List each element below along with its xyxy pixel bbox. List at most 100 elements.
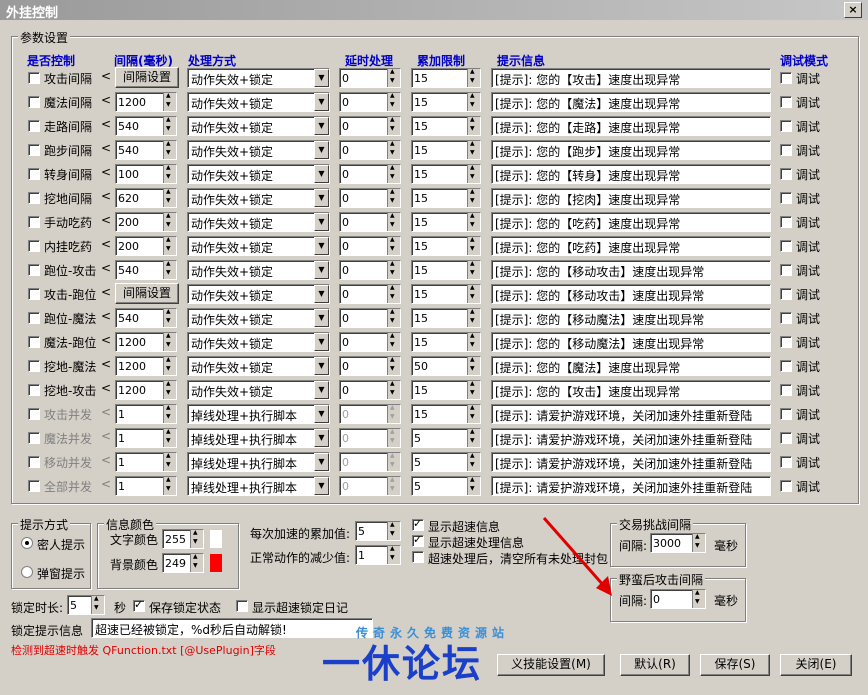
chevron-down-icon[interactable]: ▼ <box>314 117 329 135</box>
enable-checkbox[interactable] <box>28 480 40 492</box>
limit-stepper[interactable]: 15 <box>411 404 481 424</box>
debug-checkbox[interactable] <box>780 408 792 420</box>
close-button[interactable]: 关闭(E) <box>780 654 852 676</box>
method-select[interactable]: 动作失效+锁定 ▼ <box>187 188 330 208</box>
interval-stepper[interactable]: 1 <box>115 452 177 472</box>
chevron-down-icon[interactable]: ▼ <box>314 237 329 255</box>
limit-stepper[interactable]: 15 <box>411 236 481 256</box>
enable-checkbox[interactable] <box>28 216 40 228</box>
lock-tip-input[interactable]: 超速已经被锁定，%d秒后自动解锁! <box>91 618 373 638</box>
stepper-arrows-icon[interactable] <box>387 428 400 447</box>
method-select[interactable]: 动作失效+锁定 ▼ <box>187 260 330 280</box>
interval-stepper[interactable]: 1200 <box>115 380 177 400</box>
stepper-arrows-icon[interactable] <box>467 68 480 87</box>
delay-stepper[interactable]: 0 <box>339 92 401 112</box>
delay-stepper[interactable]: 0 <box>339 68 401 88</box>
chevron-down-icon[interactable]: ▼ <box>314 93 329 111</box>
default-button[interactable]: 默认(R) <box>620 654 690 676</box>
tip-input[interactable]: [提示]: 您的【移动魔法】速度出现异常 <box>491 308 771 328</box>
stepper-arrows-icon[interactable] <box>387 140 400 159</box>
stepper-arrows-icon[interactable] <box>467 332 480 351</box>
debug-checkbox[interactable] <box>780 312 792 324</box>
stepper-arrows-icon[interactable] <box>387 188 400 207</box>
interval-stepper[interactable]: 200 <box>115 212 177 232</box>
stepper-arrows-icon[interactable] <box>163 188 176 207</box>
show-process-checkbox[interactable] <box>412 533 424 547</box>
chevron-down-icon[interactable]: ▼ <box>314 453 329 471</box>
stepper-arrows-icon[interactable] <box>387 284 400 303</box>
stepper-arrows-icon[interactable] <box>163 356 176 375</box>
interval-settings-button[interactable]: 间隔设置 <box>115 67 179 88</box>
method-select[interactable]: 动作失效+锁定 ▼ <box>187 140 330 160</box>
tip-input[interactable]: [提示]: 您的【攻击】速度出现异常 <box>491 380 771 400</box>
method-select[interactable]: 动作失效+锁定 ▼ <box>187 236 330 256</box>
radio-private-prompt[interactable] <box>21 537 33 549</box>
trade-interval-stepper[interactable]: 3000 <box>650 533 706 553</box>
stepper-arrows-icon[interactable] <box>163 308 176 327</box>
delay-stepper[interactable]: 0 <box>339 164 401 184</box>
enable-checkbox[interactable] <box>28 168 40 180</box>
enable-checkbox[interactable] <box>28 192 40 204</box>
debug-checkbox[interactable] <box>780 456 792 468</box>
method-select[interactable]: 动作失效+锁定 ▼ <box>187 164 330 184</box>
limit-stepper[interactable]: 15 <box>411 260 481 280</box>
stepper-arrows-icon[interactable] <box>467 308 480 327</box>
debug-checkbox[interactable] <box>780 480 792 492</box>
stepper-arrows-icon[interactable] <box>163 428 176 447</box>
limit-stepper[interactable]: 15 <box>411 92 481 112</box>
interval-stepper[interactable]: 540 <box>115 116 177 136</box>
show-info-checkbox[interactable] <box>412 517 424 531</box>
stepper-arrows-icon[interactable] <box>387 92 400 111</box>
tip-input[interactable]: [提示]: 您的【魔法】速度出现异常 <box>491 92 771 112</box>
debug-checkbox[interactable] <box>780 432 792 444</box>
method-select[interactable]: 动作失效+锁定 ▼ <box>187 68 330 88</box>
chevron-down-icon[interactable]: ▼ <box>314 213 329 231</box>
enable-checkbox[interactable] <box>28 96 40 108</box>
method-select[interactable]: 掉线处理+执行脚本 ▼ <box>187 452 330 472</box>
chevron-down-icon[interactable]: ▼ <box>314 381 329 399</box>
delay-stepper[interactable]: 0 <box>339 260 401 280</box>
enable-checkbox[interactable] <box>28 240 40 252</box>
stepper-arrows-icon[interactable] <box>467 212 480 231</box>
bg-color-swatch[interactable] <box>210 554 222 572</box>
interval-stepper[interactable]: 100 <box>115 164 177 184</box>
stepper-arrows-icon[interactable] <box>163 212 176 231</box>
method-select[interactable]: 掉线处理+执行脚本 ▼ <box>187 428 330 448</box>
enable-checkbox[interactable] <box>28 72 40 84</box>
limit-stepper[interactable]: 15 <box>411 308 481 328</box>
stepper-arrows-icon[interactable] <box>163 236 176 255</box>
enable-checkbox[interactable] <box>28 456 40 468</box>
stepper-arrows-icon[interactable] <box>91 595 104 614</box>
close-window-button[interactable]: × <box>844 2 862 18</box>
stepper-arrows-icon[interactable] <box>467 188 480 207</box>
stepper-arrows-icon[interactable] <box>163 92 176 111</box>
method-select[interactable]: 动作失效+锁定 ▼ <box>187 356 330 376</box>
stepper-arrows-icon[interactable] <box>467 284 480 303</box>
stepper-arrows-icon[interactable] <box>387 476 400 495</box>
tip-input[interactable]: [提示]: 请爱护游戏环境，关闭加速外挂重新登陆 <box>491 476 771 496</box>
delay-stepper[interactable]: 0 <box>339 140 401 160</box>
method-select[interactable]: 动作失效+锁定 ▼ <box>187 380 330 400</box>
tip-input[interactable]: [提示]: 您的【移动攻击】速度出现异常 <box>491 260 771 280</box>
stepper-arrows-icon[interactable] <box>692 533 705 552</box>
save-button[interactable]: 保存(S) <box>700 654 770 676</box>
chevron-down-icon[interactable]: ▼ <box>314 189 329 207</box>
delay-stepper[interactable]: 0 <box>339 284 401 304</box>
debug-checkbox[interactable] <box>780 144 792 156</box>
method-select[interactable]: 动作失效+锁定 ▼ <box>187 308 330 328</box>
lock-duration-stepper[interactable]: 5 <box>67 595 105 615</box>
stepper-arrows-icon[interactable] <box>387 545 400 564</box>
delay-stepper[interactable]: 0 <box>339 212 401 232</box>
debug-checkbox[interactable] <box>780 192 792 204</box>
tip-input[interactable]: [提示]: 您的【吃药】速度出现异常 <box>491 212 771 232</box>
chevron-down-icon[interactable]: ▼ <box>314 333 329 351</box>
enable-checkbox[interactable] <box>28 408 40 420</box>
stepper-arrows-icon[interactable] <box>387 68 400 87</box>
stepper-arrows-icon[interactable] <box>467 164 480 183</box>
stepper-arrows-icon[interactable] <box>467 116 480 135</box>
stepper-arrows-icon[interactable] <box>163 260 176 279</box>
debug-checkbox[interactable] <box>780 168 792 180</box>
tip-input[interactable]: [提示]: 您的【转身】速度出现异常 <box>491 164 771 184</box>
delay-stepper[interactable]: 0 <box>339 428 401 448</box>
limit-stepper[interactable]: 5 <box>411 428 481 448</box>
